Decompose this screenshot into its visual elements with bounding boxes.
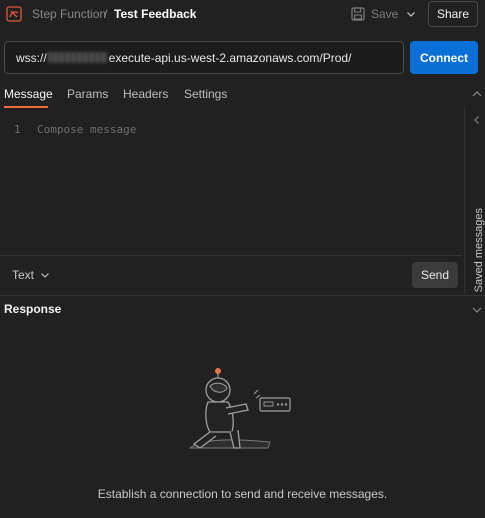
url-scheme: wss:// [16, 50, 47, 65]
chevron-left-icon[interactable] [471, 114, 483, 126]
page-title[interactable]: Test Feedback [114, 7, 196, 21]
breadcrumb-parent[interactable]: Step Function [32, 7, 106, 21]
send-button[interactable]: Send [412, 262, 458, 288]
connect-button[interactable]: Connect [410, 41, 478, 74]
message-placeholder[interactable]: Compose message [37, 123, 136, 136]
message-editor[interactable] [0, 115, 462, 255]
share-button[interactable]: Share [428, 1, 478, 27]
chevron-down-icon[interactable] [470, 303, 484, 317]
tab-message[interactable]: Message [4, 87, 53, 101]
format-select[interactable]: Text [12, 268, 50, 282]
tab-params[interactable]: Params [67, 87, 108, 101]
save-label: Save [371, 7, 399, 21]
url-host: execute-api.us-west-2.amazonaws.com/Prod… [108, 50, 352, 65]
editor-divider [0, 255, 462, 256]
tab-headers[interactable]: Headers [123, 87, 168, 101]
save-options-button[interactable] [401, 4, 421, 24]
chevron-down-icon [41, 273, 49, 278]
chevron-down-icon [407, 12, 415, 17]
save-icon [351, 7, 365, 21]
active-tab-indicator [4, 106, 48, 108]
astronaut-illustration [188, 368, 291, 449]
tab-settings[interactable]: Settings [184, 87, 227, 101]
saved-messages-toggle[interactable]: Saved messages [473, 208, 485, 292]
response-title: Response [4, 302, 62, 316]
breadcrumb-separator: / [104, 7, 108, 21]
format-label: Text [12, 268, 35, 282]
header-bar: Step Function / Test Feedback Save Share [0, 0, 485, 30]
redacted-url-segment [47, 52, 108, 63]
chevron-up-icon[interactable] [470, 87, 484, 101]
section-divider [0, 295, 485, 296]
line-number: 1 [14, 123, 21, 136]
empty-state-message: Establish a connection to send and recei… [97, 487, 388, 501]
request-swirl-icon [6, 6, 22, 22]
save-button[interactable]: Save [351, 4, 398, 24]
url-input[interactable]: wss:// execute-api.us-west-2.amazonaws.c… [4, 41, 404, 74]
